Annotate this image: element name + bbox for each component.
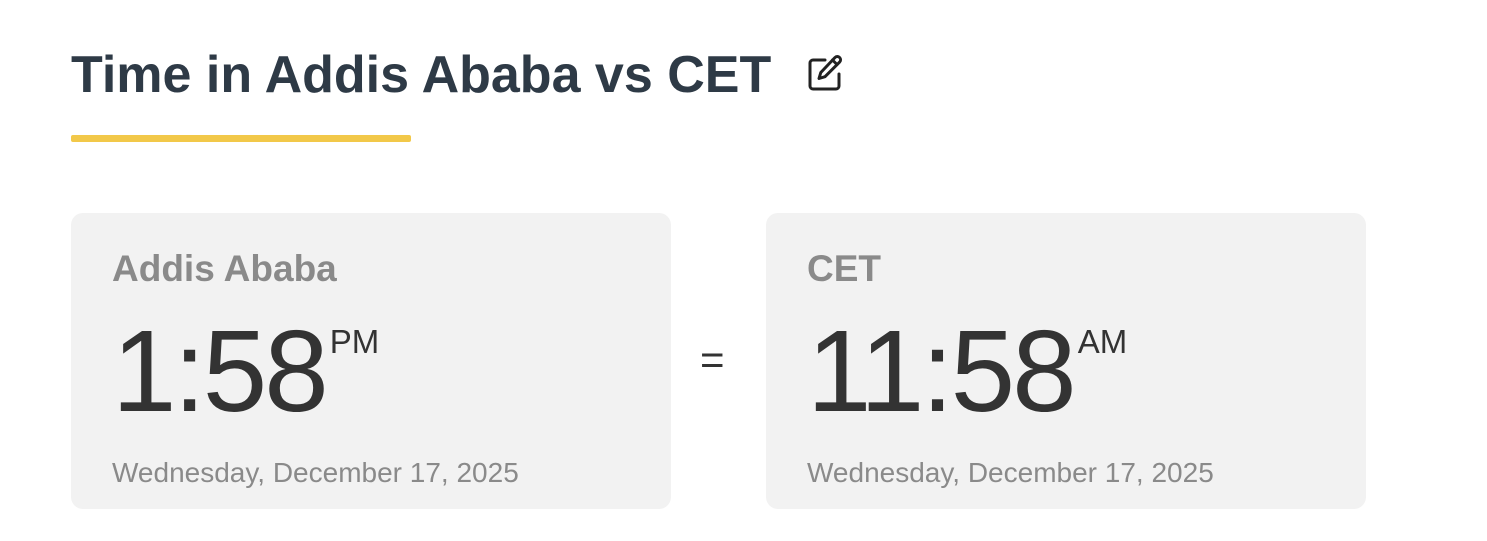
source-date: Wednesday, December 17, 2025: [112, 457, 519, 488]
page-title: Time in Addis Ababa vs CET: [71, 46, 772, 104]
header: Time in Addis Ababa vs CET: [71, 44, 847, 106]
target-date: Wednesday, December 17, 2025: [807, 457, 1214, 488]
edit-pencil-icon: [804, 53, 846, 98]
target-time-value: 11:58: [807, 306, 1077, 436]
target-time-display: 11:58 AM: [807, 313, 1127, 429]
target-zone-name: CET: [807, 248, 881, 289]
source-time-card: Addis Ababa 1:58 PM Wednesday, December …: [71, 213, 671, 509]
edit-button[interactable]: [803, 53, 847, 97]
source-time-meridiem: PM: [329, 323, 380, 360]
source-time-display: 1:58 PM: [112, 313, 379, 429]
equals-sign: =: [700, 336, 725, 383]
source-time-value: 1:58: [112, 306, 329, 436]
target-time-card: CET 11:58 AM Wednesday, December 17, 202…: [766, 213, 1366, 509]
source-zone-name: Addis Ababa: [112, 248, 337, 289]
target-time-meridiem: AM: [1077, 323, 1128, 360]
title-underline: [71, 135, 411, 142]
